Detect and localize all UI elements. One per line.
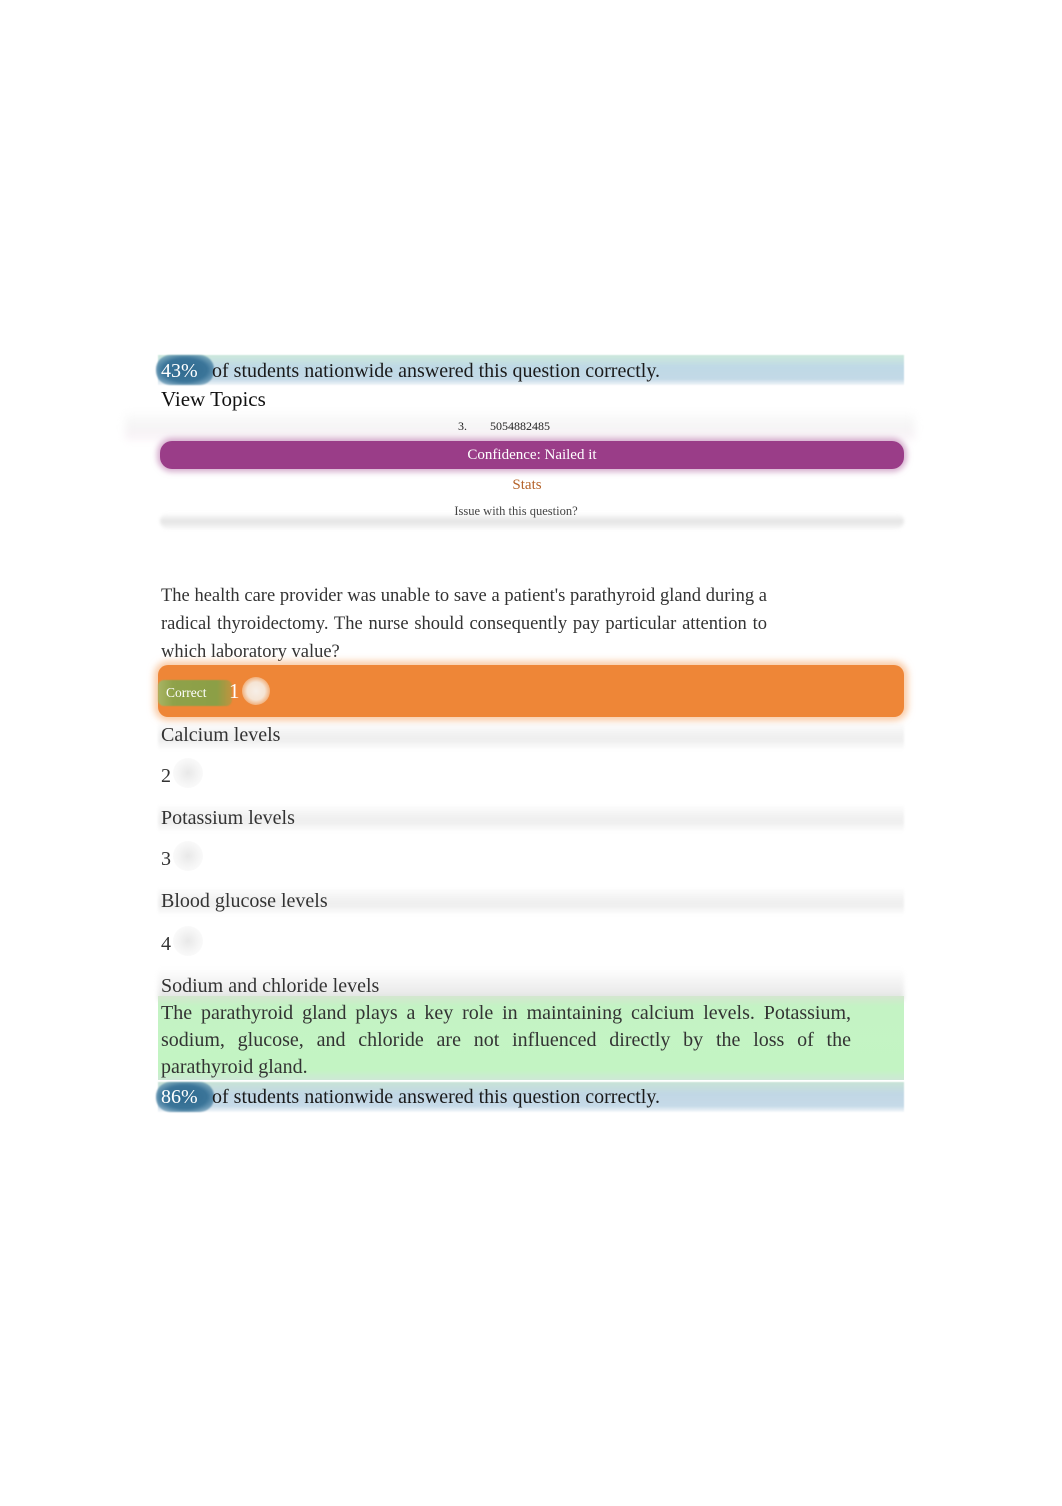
view-topics-link[interactable]: View Topics xyxy=(161,385,266,413)
bottom-percent-value: 86% xyxy=(161,1086,198,1108)
correct-label: Correct xyxy=(166,685,207,700)
option-1-number: 1 xyxy=(229,679,240,703)
option-3-radio[interactable] xyxy=(173,841,203,871)
explanation-text: The parathyroid gland plays a key role i… xyxy=(161,1002,851,1078)
option-4-radio[interactable] xyxy=(173,926,203,956)
option-3-text: Blood glucose levels xyxy=(161,890,328,912)
option-2-radio[interactable] xyxy=(173,758,203,788)
confidence-label: Confidence: Nailed it xyxy=(467,447,597,463)
bottom-stats-text: of students nationwide answered this que… xyxy=(212,1086,661,1108)
question-text: The health care provider was unable to s… xyxy=(161,586,767,662)
option-4-number: 4 xyxy=(161,933,171,955)
option-3-number: 3 xyxy=(161,848,171,870)
question-id: 5054882485 xyxy=(490,419,550,433)
option-2-text: Potassium levels xyxy=(161,807,295,829)
stats-link[interactable]: Stats xyxy=(160,474,894,496)
top-stats-text: of students nationwide answered this que… xyxy=(212,360,661,382)
top-percent-value: 43% xyxy=(161,360,198,382)
question-number: 3. xyxy=(458,419,467,433)
option-1-radio[interactable] xyxy=(242,677,270,705)
option-2-number: 2 xyxy=(161,765,171,787)
issue-with-question-link[interactable]: Issue with this question? xyxy=(160,502,872,520)
option-1-text: Calcium levels xyxy=(161,724,281,746)
